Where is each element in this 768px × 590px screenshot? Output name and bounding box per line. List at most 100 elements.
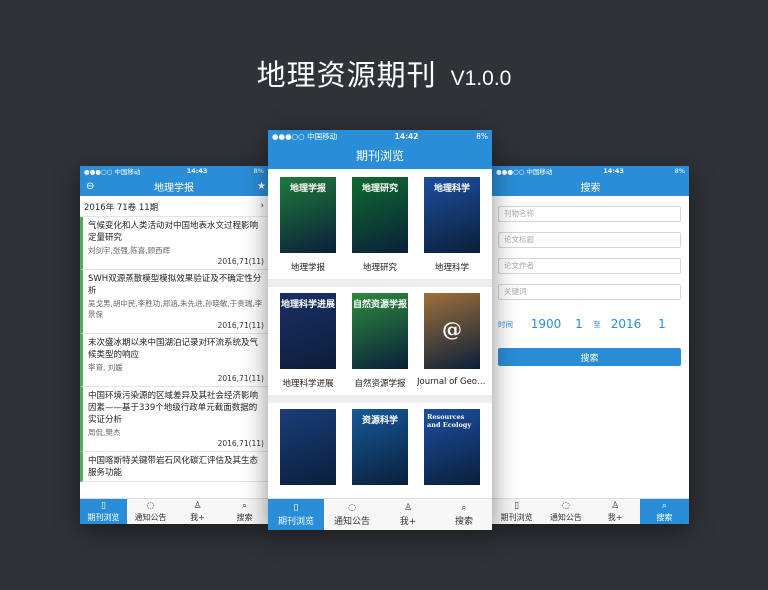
article-item[interactable]: 末次盛冰期以来中国湖泊记录对环流系统及气候类型的响应 李育, 刘媛 2016,71(… <box>80 334 268 387</box>
star-icon[interactable]: ★ <box>257 181 266 192</box>
journal-item[interactable]: @ Journal of Geog... <box>416 293 488 389</box>
journal-label: 地理科学进展 <box>282 379 334 389</box>
article-title: 中国环境污染源的区域差异及其社会经济影响因素——基于339个地级行政单元截面数据… <box>88 391 259 425</box>
chat-icon: ◌ <box>146 500 155 511</box>
cover-title: 地理科学进展 <box>280 300 335 310</box>
tab-search[interactable]: ⌕ 搜索 <box>221 499 268 524</box>
tab-bar: ▯ 期刊浏览 ◌ 通知公告 ♙ 我+ ⌕ 搜索 <box>268 498 492 530</box>
tab-search[interactable]: ⌕ 搜索 <box>436 499 492 530</box>
search-icon: ⌕ <box>241 500 248 511</box>
journal-cover[interactable]: @ <box>424 293 480 369</box>
chat-icon: ◌ <box>348 502 356 513</box>
journal-item[interactable]: Resources and Ecology <box>416 409 488 485</box>
tab-search[interactable]: ⌕ 搜索 <box>639 499 689 524</box>
article-authors: 刘剑宇,张强,陈喜,顾西辉 <box>88 246 171 255</box>
search-icon: ⌕ <box>461 502 467 513</box>
paper-title-input[interactable]: 论文标题 <box>498 232 681 248</box>
article-authors: 李育, 刘媛 <box>88 363 123 372</box>
to-label: 至 <box>593 319 601 329</box>
tab-notice[interactable]: ◌ 通知公告 <box>324 499 380 530</box>
article-item[interactable]: 中国环境污染源的区域差异及其社会经济影响因素——基于339个地级行政单元截面数据… <box>80 387 268 452</box>
journal-cover[interactable]: 自然资源学报 <box>352 293 408 369</box>
article-date: 2016,71(11) <box>217 439 264 448</box>
journal-label: 地理学报 <box>290 263 325 273</box>
journal-cover[interactable]: 资源科学 <box>352 409 408 485</box>
clock: 14:43 <box>186 167 208 175</box>
user-icon: ♙ <box>403 502 413 513</box>
article-title: 末次盛冰期以来中国湖泊记录对环流系统及气候类型的响应 <box>88 338 259 360</box>
journal-name-input[interactable]: 刊物名称 <box>498 206 681 222</box>
journal-label: Journal of Geog... <box>417 377 487 387</box>
journal-cover[interactable]: 地理科学进展 <box>280 293 336 369</box>
status-bar: ●●●○○ 中国移动 14:43 8% <box>492 166 689 176</box>
issue-label: 2016年 71卷 11期 <box>84 203 159 213</box>
time-range: 时间 1900 1 至 2016 1 <box>498 310 681 338</box>
version-label: V1.0.0 <box>450 67 512 90</box>
nav-bar: ⊖ 地理学报 ★ <box>80 176 268 196</box>
nav-bar: 期刊浏览 <box>268 142 492 169</box>
article-authors: 吴戈男,胡中民,李胜功,郑涵,朱先进,孙晓敏,于贵瑞,李景保 <box>88 299 263 319</box>
journal-item[interactable]: 地理学报 地理学报 <box>272 177 344 273</box>
book-icon: ▯ <box>101 500 106 511</box>
journal-item[interactable]: 地理科学 地理科学 <box>416 177 488 273</box>
tab-notice[interactable]: ◌ 通知公告 <box>127 499 174 524</box>
status-bar: ●●●○○ 中国移动 14:42 8% <box>268 130 492 142</box>
status-bar: ●●●○○ 中国移动 14:43 8% <box>80 166 268 176</box>
journal-cover[interactable]: Resources and Ecology <box>424 409 480 485</box>
phone-search-view: ●●●○○ 中国移动 14:43 8% 搜索 刊物名称 论文标题 论文作者 关键… <box>492 166 689 524</box>
journal-cover[interactable]: 地理科学 <box>424 177 480 253</box>
cover-title: 自然资源学报 <box>352 300 407 310</box>
battery: 8% <box>674 167 685 175</box>
battery: 8% <box>253 167 264 175</box>
cover-title: @ <box>442 317 462 341</box>
tab-bar: ▯ 期刊浏览 ◌ 通知公告 ♙ 我+ ⌕ 搜索 <box>492 498 689 524</box>
carrier: ●●●○○ 中国移动 <box>496 168 553 176</box>
tab-notice[interactable]: ◌ 通知公告 <box>541 499 590 524</box>
article-date: 2016,71(11) <box>217 257 264 266</box>
carrier: ●●●○○ 中国移动 <box>272 131 338 141</box>
article-authors: 周侃,樊杰 <box>88 428 121 437</box>
tab-me[interactable]: ♙ 我+ <box>174 499 221 524</box>
journal-item[interactable] <box>272 409 344 485</box>
battery: 8% <box>476 131 488 141</box>
journal-cover[interactable]: 地理研究 <box>352 177 408 253</box>
article-item[interactable]: SWH双源蒸散模型模拟效果验证及不确定性分析 吴戈男,胡中民,李胜功,郑涵,朱先进… <box>80 270 268 334</box>
author-input[interactable]: 论文作者 <box>498 258 681 274</box>
tab-browse[interactable]: ▯ 期刊浏览 <box>492 499 541 524</box>
article-item[interactable]: 中国喀斯特关键带岩石风化碳汇评估及其生态服务功能 <box>80 452 268 482</box>
article-item[interactable]: 气候变化和人类活动对中国地表水文过程影响定量研究刘剑宇,张强,陈喜,顾西辉 201… <box>80 217 268 270</box>
tab-me[interactable]: ♙ 我+ <box>380 499 436 530</box>
issue-selector[interactable]: 2016年 71卷 11期 › <box>80 196 268 217</box>
journal-item[interactable]: 地理研究 地理研究 <box>344 177 416 273</box>
tab-browse[interactable]: ▯ 期刊浏览 <box>80 499 127 524</box>
nav-title: 期刊浏览 <box>355 149 404 163</box>
time-label: 时间 <box>498 319 513 329</box>
search-icon: ⌕ <box>661 500 667 511</box>
chevron-right-icon: › <box>260 201 264 211</box>
book-icon: ▯ <box>514 500 520 511</box>
nav-title: 搜索 <box>580 182 601 194</box>
tab-me[interactable]: ♙ 我+ <box>591 499 640 524</box>
journal-item[interactable]: 地理科学进展 地理科学进展 <box>272 293 344 389</box>
back-icon[interactable]: ⊖ <box>86 181 94 192</box>
search-button[interactable]: 搜索 <box>498 348 681 366</box>
article-list: 气候变化和人类活动对中国地表水文过程影响定量研究刘剑宇,张强,陈喜,顾西辉 201… <box>80 217 268 482</box>
year-to-picker[interactable]: 2016 <box>604 317 648 331</box>
book-icon: ▯ <box>293 502 299 513</box>
cover-title: 地理科学 <box>433 184 470 194</box>
journal-cover[interactable]: 地理学报 <box>280 177 336 253</box>
user-icon: ♙ <box>611 500 620 511</box>
tab-browse[interactable]: ▯ 期刊浏览 <box>268 499 324 530</box>
article-title: 气候变化和人类活动对中国地表水文过程影响定量研究 <box>88 221 259 243</box>
journal-label: 地理科学 <box>434 263 469 273</box>
app-title: 地理资源期刊 <box>256 58 437 92</box>
year-from-picker[interactable]: 1900 <box>524 317 568 331</box>
journal-cover[interactable] <box>280 409 336 485</box>
keyword-input[interactable]: 关键词 <box>498 284 681 300</box>
month-to-picker[interactable]: 1 <box>648 317 676 331</box>
journal-item[interactable]: 自然资源学报 自然资源学报 <box>344 293 416 389</box>
page-title: 地理资源期刊 V1.0.0 <box>0 52 768 94</box>
journal-item[interactable]: 资源科学 <box>344 409 416 485</box>
month-from-picker[interactable]: 1 <box>568 317 590 331</box>
search-form: 刊物名称 论文标题 论文作者 关键词 时间 1900 1 至 2016 1 搜索 <box>492 196 689 366</box>
